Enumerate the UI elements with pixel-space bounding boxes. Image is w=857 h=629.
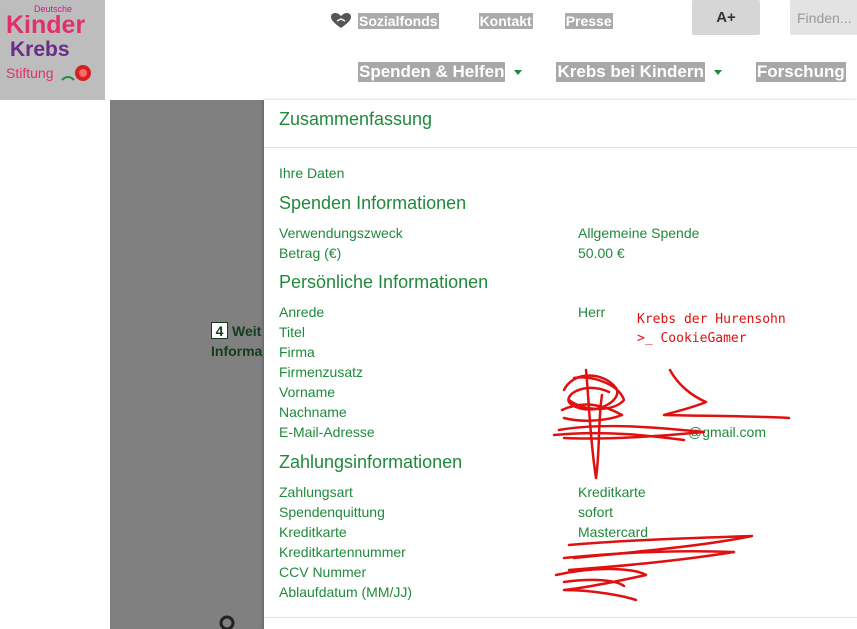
logo-line-2: Kinder: [6, 11, 85, 39]
row-label: E-Mail-Adresse: [279, 424, 375, 440]
summary-row: E-Mail-Adresse @gmail.com: [279, 424, 839, 444]
row-label: Spendenquittung: [279, 504, 385, 520]
step-number: 4: [211, 322, 228, 339]
row-label: Titel: [279, 324, 305, 340]
row-label: Nachname: [279, 404, 347, 420]
nav-sozialfonds[interactable]: Sozialfonds: [330, 12, 439, 30]
modal-title: Zusammenfassung: [279, 109, 433, 129]
row-label: Anrede: [279, 304, 325, 320]
step-label-line-1: Weit: [232, 323, 262, 339]
summary-row: Vorname: [279, 384, 839, 404]
your-data-label: Ihre Daten: [279, 165, 345, 181]
row-value: Mastercard: [578, 524, 649, 540]
modal-bottom-divider: [264, 617, 857, 618]
chevron-down-icon: [514, 69, 523, 75]
row-label: Kreditkarte: [279, 524, 347, 540]
nav-kontakt[interactable]: Kontakt: [478, 13, 533, 29]
mainnav-krebs-bei-kindern[interactable]: Krebs bei Kindern: [556, 62, 722, 82]
section-heading-donation: Spenden Informationen: [279, 193, 467, 213]
row-value: @gmail.com: [688, 424, 767, 440]
row-value: Allgemeine Spende: [578, 225, 700, 241]
summary-row: Nachname: [279, 404, 839, 424]
search-input[interactable]: [790, 0, 857, 35]
row-label: Vorname: [279, 384, 336, 400]
summary-row: CCV Nummer: [279, 564, 839, 584]
row-label: Zahlungsart: [279, 484, 353, 500]
summary-row: Betrag (€) 50.00 €: [279, 245, 839, 265]
top-navigation: Sozialfonds Kontakt Presse: [330, 10, 645, 32]
main-navigation: Spenden & Helfen Krebs bei Kindern Forsc…: [358, 62, 857, 82]
logo-line-4: Stiftung: [6, 65, 53, 81]
summary-row: Kreditkartennummer: [279, 544, 839, 564]
row-label: Verwendungszweck: [279, 225, 403, 241]
row-label: Betrag (€): [279, 245, 342, 261]
modal-divider: [264, 147, 857, 148]
nav-sozialfonds-label: Sozialfonds: [358, 13, 439, 29]
summary-row: Zahlungsart Kreditkarte: [279, 484, 839, 504]
mainnav-spenden-helfen[interactable]: Spenden & Helfen: [358, 62, 523, 82]
background-step-indicator: 4 Weit Informa: [211, 321, 262, 361]
summary-row: Kreditkarte Mastercard: [279, 524, 839, 544]
row-label: Kreditkartennummer: [279, 544, 406, 560]
logo-line-3: Krebs: [10, 38, 70, 61]
mainnav-forschung[interactable]: Forschung: [755, 62, 846, 82]
row-label: Firma: [279, 344, 315, 360]
row-label: CCV Nummer: [279, 564, 367, 580]
mainnav-forschung-label: Forschung: [755, 62, 846, 82]
mainnav-spenden-helfen-label: Spenden & Helfen: [358, 62, 506, 82]
row-value: Kreditkarte: [578, 484, 646, 500]
step-label-line-2: Informa: [211, 343, 263, 359]
summary-modal: Zusammenfassung Ihre Daten Spenden Infor…: [264, 100, 857, 629]
heart-hands-icon: [331, 13, 351, 28]
row-label: Firmenzusatz: [279, 364, 364, 380]
nav-presse[interactable]: Presse: [564, 13, 613, 29]
summary-row: Ablaufdatum (MM/JJ): [279, 584, 839, 604]
row-label: Ablaufdatum (MM/JJ): [279, 584, 413, 600]
row-value: 50.00 €: [578, 245, 625, 261]
summary-row: Verwendungszweck Allgemeine Spende: [279, 225, 839, 245]
site-logo[interactable]: Deutsche Kinder Krebs Stiftung: [0, 0, 105, 100]
mainnav-krebs-bei-kindern-label: Krebs bei Kindern: [556, 62, 705, 82]
section-heading-payment: Zahlungsinformationen: [279, 452, 463, 472]
row-value: Herr: [578, 304, 606, 320]
font-size-button[interactable]: A+: [692, 0, 760, 35]
summary-row: Spendenquittung sofort: [279, 504, 839, 524]
chevron-down-icon: [713, 69, 722, 75]
rose-icon: [61, 65, 91, 81]
handwritten-annotation: Krebs der Hurensohn >_ CookieGamer: [637, 310, 786, 348]
summary-row: Firmenzusatz: [279, 364, 839, 384]
user-icon: [219, 615, 235, 629]
row-value: sofort: [578, 504, 614, 520]
annotation-line-2: >_ CookieGamer: [637, 331, 747, 346]
annotation-line-1: Krebs der Hurensohn: [637, 312, 786, 327]
section-heading-personal: Persönliche Informationen: [279, 272, 489, 292]
